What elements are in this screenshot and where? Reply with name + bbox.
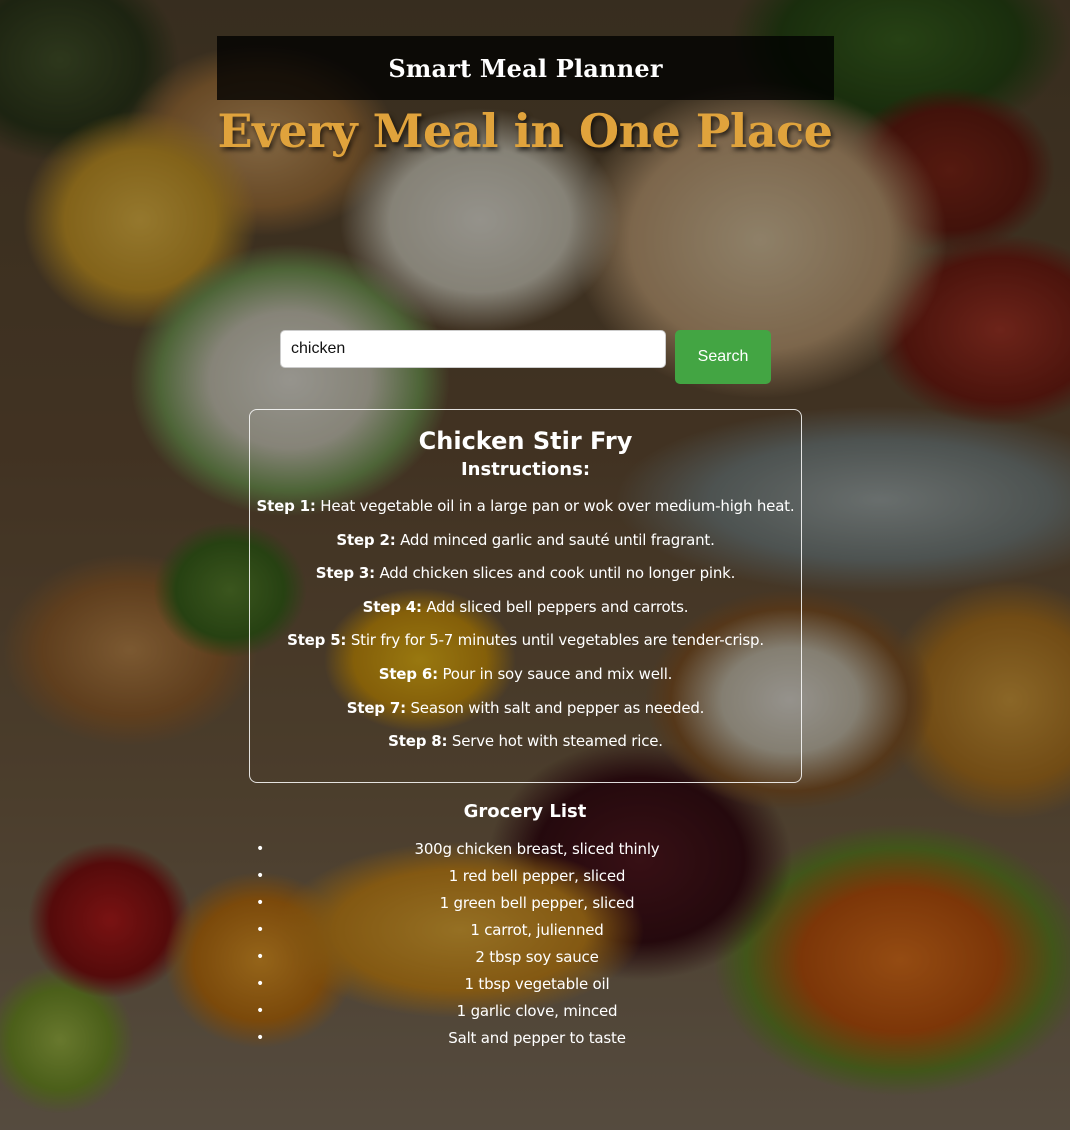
instruction-step: Step 6: Pour in soy sauce and mix well. (250, 658, 801, 692)
hero-title: Every Meal in One Place (217, 104, 833, 158)
app-title: Smart Meal Planner (388, 53, 663, 83)
step-text: Add chicken slices and cook until no lon… (379, 564, 736, 583)
recipe-title: Chicken Stir Fry (418, 427, 633, 455)
grocery-list: • 300g chicken breast, sliced thinly • 1 r… (248, 836, 826, 1052)
instruction-step: Step 7: Season with salt and pepper as n… (250, 692, 801, 726)
grocery-item: • 300g chicken breast, sliced thinly (248, 836, 826, 863)
step-text: Add minced garlic and sauté until fragra… (400, 530, 715, 549)
recipe-card: Chicken Stir Fry Instructions: Step 1: H… (249, 409, 802, 783)
grocery-item: • 2 tbsp soy sauce (248, 944, 826, 971)
instruction-step: Step 8: Serve hot with steamed rice. (250, 725, 801, 759)
bullet-icon: • (256, 922, 265, 938)
instruction-step: Step 5: Stir fry for 5-7 minutes until v… (250, 624, 801, 658)
bullet-icon: • (256, 949, 265, 965)
step-text: Stir fry for 5-7 minutes until vegetable… (350, 631, 764, 650)
instruction-step: Step 3: Add chicken slices and cook unti… (250, 557, 801, 591)
grocery-list-heading: Grocery List (463, 801, 587, 822)
instructions-heading: Instructions: (460, 459, 591, 480)
step-label: Step 2: (336, 530, 396, 549)
step-label: Step 8: (388, 732, 448, 751)
search-button[interactable]: Search (675, 330, 771, 384)
step-label: Step 6: (378, 664, 438, 683)
header-bar: Smart Meal Planner (217, 36, 834, 100)
step-text: Pour in soy sauce and mix well. (442, 664, 673, 683)
search-input[interactable] (280, 330, 666, 368)
grocery-item: • 1 carrot, julienned (248, 917, 826, 944)
step-label: Step 1: (256, 497, 316, 515)
grocery-item: • 1 tbsp vegetable oil (248, 971, 826, 998)
bullet-icon: • (256, 1003, 265, 1019)
instruction-step: Step 4: Add sliced bell peppers and carr… (250, 591, 801, 625)
step-label: Step 4: (362, 597, 422, 616)
instruction-step: Step 2: Add minced garlic and sauté unti… (250, 524, 801, 558)
bullet-icon: • (256, 976, 265, 992)
step-label: Step 7: (346, 698, 406, 717)
grocery-item: • 1 garlic clove, minced (248, 998, 826, 1025)
bullet-icon: • (256, 868, 265, 884)
bullet-icon: • (256, 895, 265, 911)
step-label: Step 5: (287, 631, 347, 650)
step-text: Season with salt and pepper as needed. (410, 698, 705, 717)
step-text: Serve hot with steamed rice. (451, 732, 663, 751)
step-text: Heat vegetable oil in a large pan or wok… (320, 497, 795, 515)
step-text: Add sliced bell peppers and carrots. (426, 597, 689, 616)
grocery-item: • Salt and pepper to taste (248, 1025, 826, 1052)
instruction-step: Step 1: Heat vegetable oil in a large pa… (250, 490, 801, 524)
grocery-item: • 1 green bell pepper, sliced (248, 890, 826, 917)
grocery-item: • 1 red bell pepper, sliced (248, 863, 826, 890)
bullet-icon: • (256, 841, 265, 857)
bullet-icon: • (256, 1030, 265, 1046)
step-label: Step 3: (315, 564, 375, 583)
